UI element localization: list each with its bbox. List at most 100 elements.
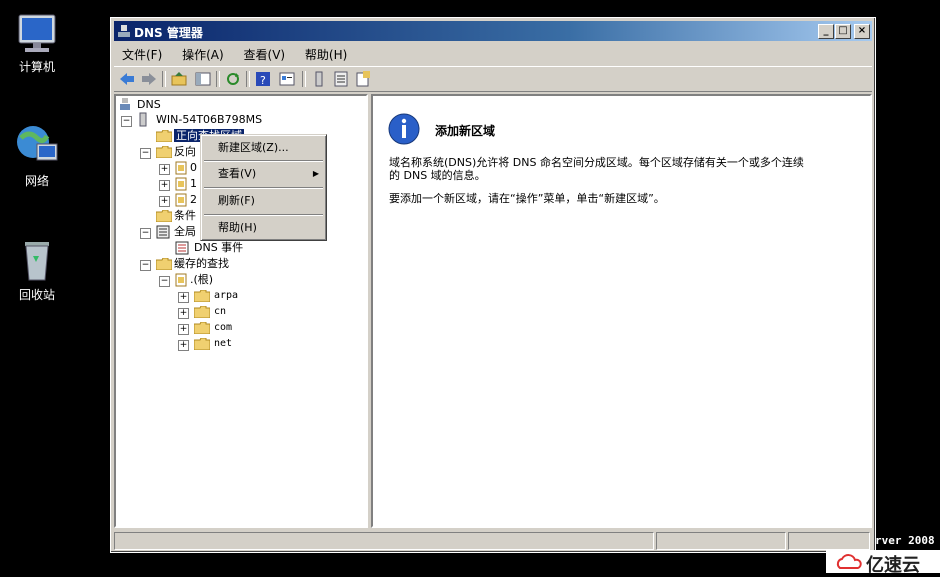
menu-file[interactable]: 文件(F) bbox=[114, 44, 170, 65]
expand-toggle[interactable]: + bbox=[178, 292, 189, 303]
desktop-icon-recycle-bin[interactable]: 回收站 bbox=[8, 236, 66, 303]
watermark-text: 亿速云 bbox=[866, 555, 920, 576]
expand-toggle[interactable]: + bbox=[178, 324, 189, 335]
desktop-icon-network[interactable]: 网络 bbox=[8, 122, 66, 189]
dns-app-icon bbox=[118, 25, 130, 37]
desktop-version-text: rver 2008 bbox=[875, 534, 935, 547]
refresh-icon[interactable] bbox=[224, 70, 242, 88]
menu-item-refresh[interactable]: 刷新(F) bbox=[204, 191, 323, 211]
menu-bar: 文件(F) 操作(A) 查看(V) 帮助(H) bbox=[114, 44, 872, 64]
desktop-icon-computer[interactable]: 计算机 bbox=[8, 12, 66, 75]
info-icon bbox=[388, 113, 420, 145]
tree-label: 0 bbox=[190, 161, 197, 174]
collapse-toggle[interactable]: − bbox=[140, 260, 151, 271]
status-bar bbox=[114, 532, 872, 550]
menu-separator bbox=[204, 160, 323, 162]
toolbar-separator bbox=[162, 71, 166, 87]
forward-arrow-icon[interactable] bbox=[140, 70, 158, 88]
menu-item-view[interactable]: 查看(V) ▶ bbox=[204, 164, 323, 184]
description-line-1: 域名称系统(DNS)允许将 DNS 命名空间分成区域。每个区域存储有关一个或多个… bbox=[389, 156, 804, 169]
list-view-icon[interactable] bbox=[332, 70, 350, 88]
show-hide-console-tree-icon[interactable] bbox=[194, 70, 212, 88]
status-panel-2 bbox=[656, 532, 786, 550]
menu-separator bbox=[204, 187, 323, 189]
maximize-button[interactable]: □ bbox=[835, 24, 851, 39]
tree-node-cached-lookups[interactable]: 缓存的查找 bbox=[174, 256, 229, 272]
menu-action[interactable]: 操作(A) bbox=[174, 44, 232, 65]
toolbar-separator bbox=[246, 71, 250, 87]
description-line-2: 的 DNS 域的信息。 bbox=[389, 169, 486, 182]
computer-icon bbox=[18, 14, 56, 52]
window-title: DNS 管理器 bbox=[134, 26, 203, 40]
tree-node-conditional-forwarders[interactable]: 条件 bbox=[174, 208, 196, 224]
tree-node-reverse-child[interactable]: 1 bbox=[190, 176, 197, 192]
folder-icon bbox=[194, 290, 210, 302]
status-panel-main bbox=[114, 532, 654, 550]
tree-label: net bbox=[214, 338, 233, 349]
toolbar-separator bbox=[302, 71, 306, 87]
tree-label: DNS bbox=[137, 98, 161, 111]
tree-node-cache-child[interactable]: cn bbox=[214, 304, 226, 320]
recycle-bin-icon bbox=[25, 242, 49, 281]
network-globe-icon bbox=[17, 126, 58, 161]
svg-text:?: ? bbox=[260, 74, 266, 87]
tree-node-dns-events[interactable]: DNS 事件 bbox=[194, 240, 243, 256]
tree-node-cache-child[interactable]: net bbox=[214, 336, 232, 352]
tree-node-global-logs[interactable]: 全局 bbox=[174, 224, 196, 240]
expand-toggle[interactable]: + bbox=[159, 180, 170, 191]
tree-node-reverse-child[interactable]: 2 bbox=[190, 192, 197, 208]
folder-icon bbox=[156, 210, 172, 222]
instruction-text: 要添加一个新区域，请在“操作”菜单，单击“新建区域”。 bbox=[389, 192, 665, 205]
back-arrow-icon[interactable] bbox=[118, 70, 136, 88]
tree-node-root-hints[interactable]: .(根) bbox=[190, 272, 213, 288]
dns-root-icon bbox=[120, 98, 130, 110]
menu-item-label: 查看(V) bbox=[218, 167, 257, 180]
folder-icon bbox=[194, 338, 210, 350]
menu-item-new-zone[interactable]: 新建区域(Z)... bbox=[204, 138, 323, 158]
menu-help[interactable]: 帮助(H) bbox=[297, 44, 355, 65]
tree-label: com bbox=[214, 322, 233, 333]
tree-label: 条件 bbox=[174, 209, 196, 222]
expand-toggle[interactable]: + bbox=[159, 164, 170, 175]
tree-node-reverse-lookup-zones[interactable]: 反向 bbox=[174, 144, 196, 160]
menu-view[interactable]: 查看(V) bbox=[236, 44, 294, 65]
tree-label: 反向 bbox=[174, 145, 196, 158]
tree-label: .(根) bbox=[190, 273, 214, 286]
tree-node-cache-child[interactable]: com bbox=[214, 320, 232, 336]
close-button[interactable]: × bbox=[854, 24, 870, 39]
collapse-toggle[interactable]: − bbox=[140, 228, 151, 239]
expand-toggle[interactable]: + bbox=[159, 196, 170, 207]
server-icon[interactable] bbox=[310, 70, 328, 88]
tree-node-dns[interactable]: DNS bbox=[137, 97, 161, 113]
help-icon[interactable]: ? bbox=[254, 70, 272, 88]
tree-label: 全局 bbox=[174, 225, 196, 238]
tree-node-cache-child[interactable]: arpa bbox=[214, 288, 238, 304]
expand-toggle[interactable]: + bbox=[178, 340, 189, 351]
tree-label: DNS 事件 bbox=[194, 241, 244, 254]
up-folder-icon[interactable] bbox=[170, 70, 188, 88]
collapse-toggle[interactable]: − bbox=[140, 148, 151, 159]
toolbar: ? bbox=[114, 66, 872, 92]
folder-icon bbox=[194, 306, 210, 318]
menu-item-help[interactable]: 帮助(H) bbox=[204, 218, 323, 238]
zone-icon bbox=[175, 273, 187, 287]
properties-icon[interactable] bbox=[278, 70, 296, 88]
server-icon bbox=[139, 112, 147, 127]
collapse-toggle[interactable]: − bbox=[159, 276, 170, 287]
title-bar[interactable]: DNS 管理器 _ □ × bbox=[114, 21, 872, 41]
tree-node-reverse-child[interactable]: 0 bbox=[190, 160, 197, 176]
new-record-icon[interactable] bbox=[354, 70, 372, 88]
tree-node-server[interactable]: WIN-54T06B798MS bbox=[156, 112, 262, 128]
menu-separator bbox=[204, 214, 323, 216]
tree-label: arpa bbox=[214, 290, 239, 301]
status-panel-3 bbox=[788, 532, 870, 550]
minimize-button[interactable]: _ bbox=[818, 24, 834, 39]
tree-label: 2 bbox=[190, 193, 197, 206]
event-log-icon bbox=[156, 225, 170, 239]
collapse-toggle[interactable]: − bbox=[121, 116, 132, 127]
expand-toggle[interactable]: + bbox=[178, 308, 189, 319]
desktop-icon-label: 回收站 bbox=[18, 288, 55, 302]
tree-label: WIN-54T06B798MS bbox=[156, 113, 263, 126]
desktop-icon-label: 计算机 bbox=[18, 60, 55, 74]
folder-icon bbox=[156, 146, 172, 158]
